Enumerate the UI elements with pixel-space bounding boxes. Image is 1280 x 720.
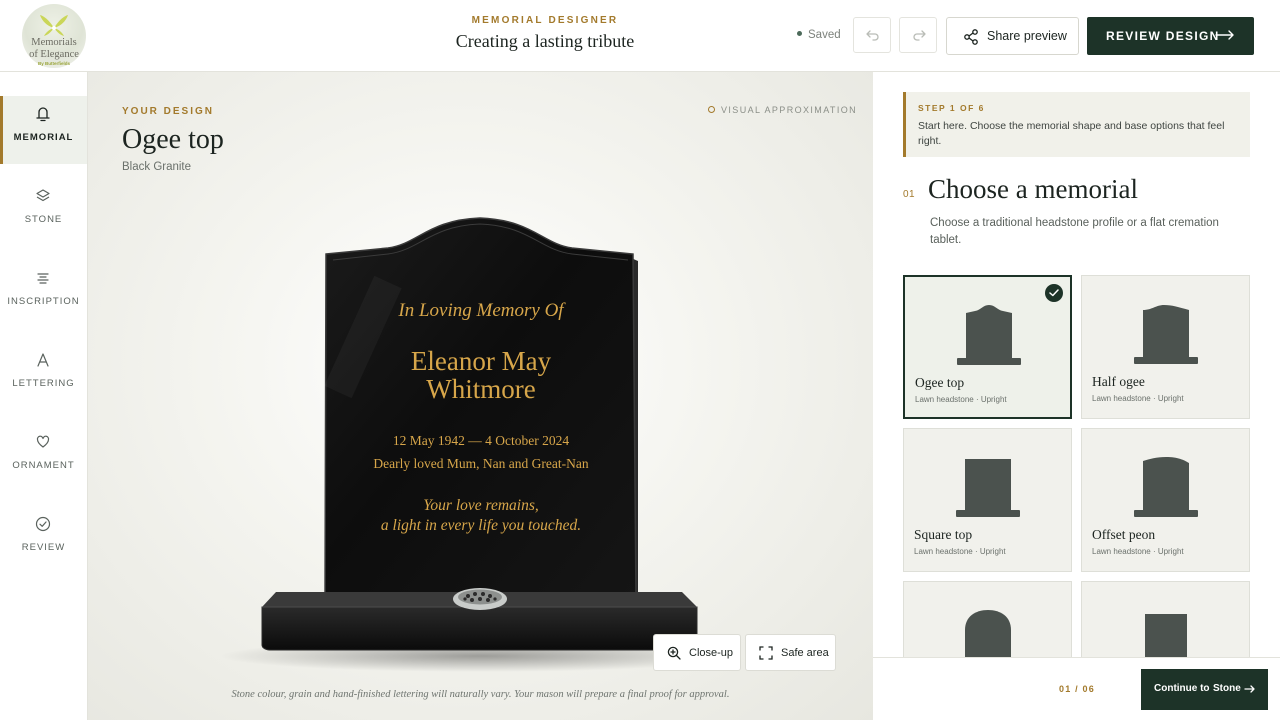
section-description: Choose a traditional headstone profile o… — [930, 217, 1219, 246]
option-subtitle: Lawn headstone · Upright — [1092, 547, 1184, 556]
nav-item-inscription[interactable]: INSCRIPTION — [0, 260, 87, 328]
section-number: 01 — [903, 189, 916, 200]
option-card-round-top[interactable] — [903, 581, 1072, 657]
header-title-block: MEMORIAL DESIGNER Creating a lasting tri… — [380, 15, 710, 52]
option-subtitle: Lawn headstone · Upright — [914, 547, 1006, 556]
inscription-heading: In Loving Memory Of — [398, 300, 564, 321]
option-subtitle: Lawn headstone · Upright — [1092, 394, 1184, 403]
redo-button[interactable] — [899, 17, 937, 53]
memorial-options-grid[interactable]: Ogee top Lawn headstone · Upright Half o… — [873, 268, 1280, 657]
option-title: Offset peon — [1092, 527, 1156, 542]
status-dot — [797, 31, 802, 37]
option-card-half-ogee[interactable]: Half ogee Lawn headstone · Upright — [1081, 275, 1250, 419]
share-icon — [964, 29, 978, 45]
headstone-face — [324, 217, 637, 601]
round-top-shape-icon — [965, 610, 1011, 657]
redo-icon — [913, 30, 926, 41]
nav-item-memorial[interactable]: MEMORIAL — [0, 96, 87, 164]
letter-a-icon — [37, 353, 49, 367]
nav-item-review[interactable]: REVIEW — [0, 506, 87, 574]
nav-item-lettering[interactable]: LETTERING — [0, 342, 87, 410]
continue-target: Stone — [1213, 683, 1241, 694]
option-subtitle: Lawn headstone · Upright — [915, 395, 1007, 404]
step-progress: 01 / 06 — [1059, 684, 1095, 694]
inscription-dates: 12 May 1942 — 4 October 2024 — [392, 433, 570, 448]
frame-corners-icon — [759, 646, 773, 660]
option-title: Half ogee — [1092, 374, 1145, 389]
arrow-right-icon — [1215, 30, 1234, 40]
safe-area-button[interactable]: Safe area — [745, 634, 836, 671]
square-top-shape-icon — [956, 459, 1020, 517]
close-up-label: Close-up — [689, 647, 734, 659]
continue-label: Continue to — [1154, 683, 1210, 694]
section-title: Choose a memorial — [928, 174, 1138, 204]
step-counter: STEP 1 OF 6 — [918, 103, 985, 113]
panel-footer: 01 / 06 Continue to Stone — [873, 657, 1280, 720]
headstone-base — [261, 606, 698, 651]
zoom-in-icon — [667, 646, 681, 660]
share-preview-button[interactable]: Share preview — [946, 17, 1079, 55]
step-callout: STEP 1 OF 6 Start here. Choose the memor… — [903, 92, 1250, 157]
text-lines-icon — [37, 273, 49, 284]
arrow-right-icon — [1244, 685, 1255, 693]
nav-label-memorial: MEMORIAL — [13, 132, 74, 143]
option-card-offset-peon[interactable]: Offset peon Lawn headstone · Upright — [1081, 428, 1250, 572]
review-design-button[interactable]: REVIEW DESIGN — [1087, 17, 1254, 55]
selected-check-icon — [1045, 284, 1063, 302]
option-title: Square top — [914, 527, 973, 542]
review-design-label: REVIEW DESIGN — [1106, 29, 1220, 43]
nav-label-lettering: LETTERING — [12, 378, 75, 389]
inscription-name: Eleanor May Whitmore — [410, 346, 552, 404]
nav-label-ornament: ORNAMENT — [12, 460, 75, 471]
close-up-button[interactable]: Close-up — [653, 634, 741, 671]
brand-logo[interactable]: Memorials of Elegance By Butterfields — [20, 4, 88, 68]
share-preview-label: Share preview — [987, 29, 1067, 43]
step-sidebar: MEMORIAL STONE INSCRIPTION LETTERING ORN… — [0, 72, 88, 720]
undo-button[interactable] — [853, 17, 891, 53]
header-kicker: MEMORIAL DESIGNER — [471, 15, 619, 26]
safe-area-label: Safe area — [781, 647, 829, 659]
inscription-tribute: Dearly loved Mum, Nan and Great-Nan — [373, 456, 589, 471]
heart-icon — [36, 435, 50, 448]
logo-wordmark: Memorials of Elegance — [29, 37, 79, 60]
step-instruction: Start here. Choose the memorial shape an… — [918, 120, 1225, 147]
design-preview-stage: YOUR DESIGN Ogee top Black Granite VISUA… — [88, 72, 873, 720]
headstone-bell-icon — [36, 107, 50, 122]
logo-tagline: By Butterfields — [37, 61, 70, 66]
option-title: Ogee top — [915, 375, 965, 390]
nav-item-stone[interactable]: STONE — [0, 178, 87, 246]
nav-item-ornament[interactable]: ORNAMENT — [0, 424, 87, 492]
check-circle-icon — [35, 516, 51, 532]
options-panel: STEP 1 OF 6 Start here. Choose the memor… — [873, 72, 1280, 720]
top-header: Memorials of Elegance By Butterfields MEM… — [0, 0, 1280, 72]
half-ogee-shape-icon — [1134, 305, 1198, 364]
offset-peon-shape-icon — [1134, 457, 1198, 517]
option-card-ogee-top[interactable]: Ogee top Lawn headstone · Upright — [903, 275, 1072, 419]
nav-label-stone: STONE — [24, 214, 63, 225]
ogee-shape-icon — [957, 305, 1021, 365]
stone-disclaimer: Stone colour, grain and hand-finished le… — [231, 689, 730, 700]
flower-vase — [453, 588, 507, 610]
save-status: Saved — [797, 29, 841, 41]
inscription-verse: Your love remains, a light in every life … — [380, 497, 582, 534]
nav-label-review: REVIEW — [21, 542, 66, 553]
undo-icon — [866, 30, 879, 41]
option-card-plain-square[interactable] — [1081, 581, 1250, 657]
nav-label-inscription: INSCRIPTION — [7, 296, 80, 307]
save-status-label: Saved — [808, 29, 841, 41]
option-card-square-top[interactable]: Square top Lawn headstone · Upright — [903, 428, 1072, 572]
layers-icon — [36, 189, 50, 202]
continue-button[interactable]: Continue to Stone — [1141, 669, 1268, 710]
plain-square-shape-icon — [1145, 614, 1187, 657]
header-title: Creating a lasting tribute — [455, 31, 635, 51]
